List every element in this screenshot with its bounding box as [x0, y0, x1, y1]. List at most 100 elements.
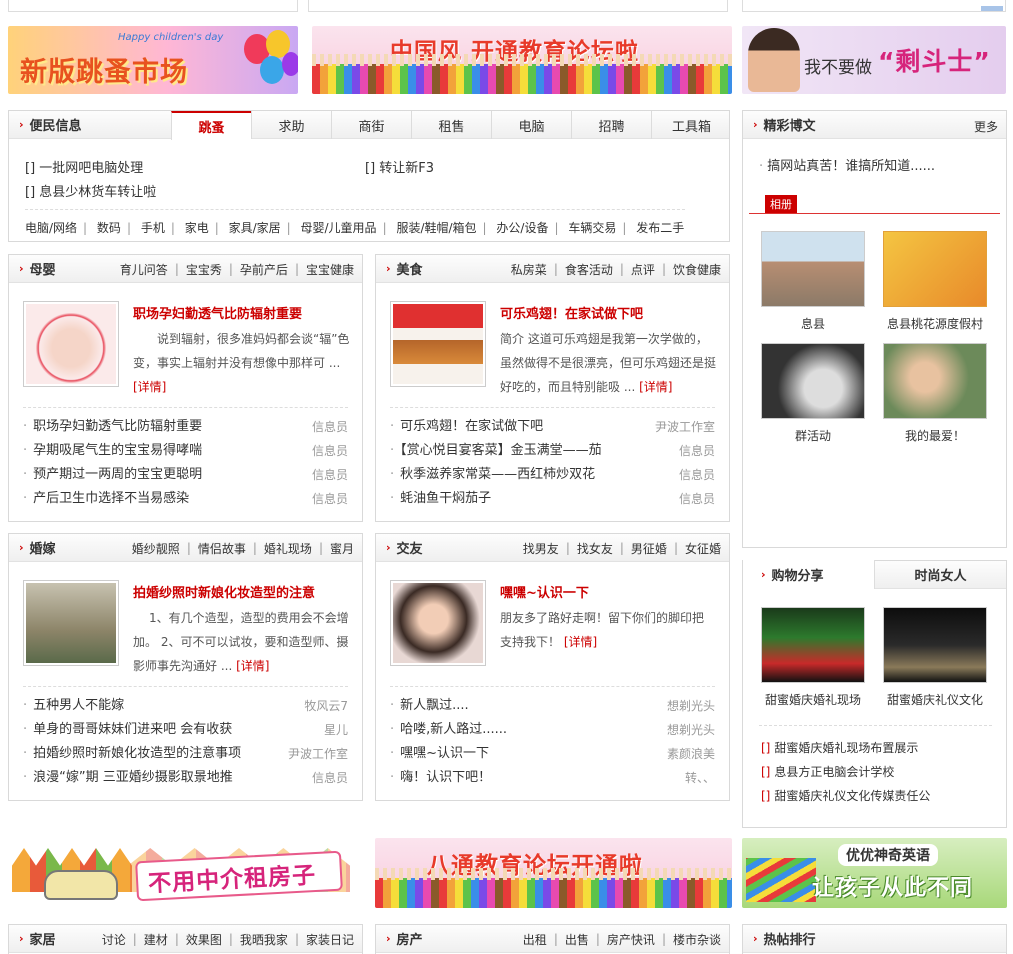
- tab-jobs[interactable]: 招聘: [571, 111, 651, 139]
- shopping-link[interactable]: [] 甜蜜婚庆婚礼现场布置展示: [761, 739, 918, 756]
- list-item[interactable]: · 【赏心悦目宴客菜】金玉满堂——茄 信息员: [390, 439, 715, 463]
- category-link[interactable]: 手机: [141, 221, 165, 235]
- blog-post-link[interactable]: · 搞网站真苦！谁搞所知道......: [759, 155, 935, 174]
- list-item[interactable]: · 预产期过一两周的宝宝更聪明 信息员: [23, 463, 348, 487]
- leftover-fighter-banner[interactable]: 我不要做 “剩斗士”: [742, 26, 1006, 94]
- subnav-link[interactable]: 讨论: [102, 931, 126, 948]
- photo-thumb[interactable]: 息县: [761, 231, 865, 332]
- photo-thumb[interactable]: 群活动: [761, 343, 865, 444]
- list-item[interactable]: · 可乐鸡翅！在家试做下吧 尹波工作室: [390, 415, 715, 439]
- photo-thumb[interactable]: 息县桃花源度假村: [883, 231, 987, 332]
- subnav-link[interactable]: 楼市杂谈: [673, 931, 721, 948]
- forum-banner-top[interactable]: 中国风 开通教育论坛啦: [312, 26, 732, 94]
- shopping-thumb[interactable]: 甜蜜婚庆礼仪文化: [883, 607, 987, 708]
- minsheng-item[interactable]: [] 转让新F3: [365, 157, 434, 176]
- subnav-link[interactable]: 点评: [631, 261, 655, 278]
- subnav-link[interactable]: 婚纱靓照: [132, 540, 180, 557]
- feature-title[interactable]: 拍婚纱照时新娘化妆造型的注意: [133, 582, 315, 601]
- feature-image[interactable]: [23, 580, 119, 666]
- category-link[interactable]: 母婴/儿童用品: [301, 221, 377, 235]
- tab-street[interactable]: 商街: [331, 111, 411, 139]
- feature-title[interactable]: 可乐鸡翅！在家试做下吧: [500, 303, 643, 322]
- list-item[interactable]: · 浪漫“嫁”期 三亚婚纱摄影取景地推 信息员: [23, 766, 348, 790]
- category-link[interactable]: 电脑/网络: [25, 221, 77, 235]
- english-banner[interactable]: 优优神奇英语 让孩子从此不同: [742, 838, 1007, 908]
- list-item[interactable]: · 职场孕妇勤透气比防辐射重要 信息员: [23, 415, 348, 439]
- category-link[interactable]: 发布二手: [636, 221, 684, 235]
- subnav-link[interactable]: 情侣故事: [198, 540, 246, 557]
- list-item[interactable]: · 嘿嘿~认识一下 素颜浪美: [390, 742, 715, 766]
- tab-label: 购物分享: [771, 569, 824, 584]
- subnav-link[interactable]: 出售: [565, 931, 589, 948]
- tab-fashion-women[interactable]: 时尚女人: [875, 565, 1006, 584]
- subnav-link[interactable]: 我晒我家: [240, 931, 288, 948]
- hunjia-list: · 五种男人不能嫁 牧风云7 · 单身的哥哥妹妹们进来吧 会有收获 星儿 · 拍婚纱照时新…: [23, 694, 348, 790]
- subnav-link[interactable]: 出租: [523, 931, 547, 948]
- list-item[interactable]: · 嗨！认识下吧！ 转、、: [390, 766, 715, 790]
- tab-computer[interactable]: 电脑: [491, 111, 571, 139]
- subnav-link[interactable]: 宝宝健康: [306, 261, 354, 278]
- list-item[interactable]: · 产后卫生巾选择不当易感染 信息员: [23, 487, 348, 511]
- feature-image[interactable]: [390, 301, 486, 387]
- feature-image[interactable]: [23, 301, 119, 387]
- subnav-link[interactable]: 建材: [144, 931, 168, 948]
- subnav-link[interactable]: 宝宝秀: [186, 261, 222, 278]
- list-item[interactable]: · 新人飘过.... 想剃光头: [390, 694, 715, 718]
- shopping-thumb[interactable]: 甜蜜婚庆婚礼现场: [761, 607, 865, 708]
- subnav-link[interactable]: 房产快讯: [607, 931, 655, 948]
- feature-image[interactable]: [390, 580, 486, 666]
- minsheng-item[interactable]: [] 息县少林货车转让啦: [25, 181, 156, 200]
- subnav-link[interactable]: 效果图: [186, 931, 222, 948]
- forum-banner-bottom[interactable]: 八通教育论坛开通啦: [375, 838, 732, 908]
- subnav-link[interactable]: 育儿问答: [120, 261, 168, 278]
- category-link[interactable]: 办公/设备: [496, 221, 548, 235]
- subnav-link[interactable]: 婚礼现场: [264, 540, 312, 557]
- list-item[interactable]: · 单身的哥哥妹妹们进来吧 会有收获 星儿: [23, 718, 348, 742]
- minsheng-item[interactable]: [] 一批网吧电脑处理: [25, 157, 143, 176]
- category-link[interactable]: 数码: [97, 221, 121, 235]
- subnav-link[interactable]: 饮食健康: [673, 261, 721, 278]
- tab-flea[interactable]: 跳蚤: [171, 111, 251, 140]
- category-link[interactable]: 家具/家居: [229, 221, 281, 235]
- detail-link[interactable]: [详情]: [133, 380, 166, 394]
- category-link[interactable]: 车辆交易: [568, 221, 616, 235]
- subnav-link[interactable]: 找男友: [523, 540, 559, 557]
- subnav-link[interactable]: 私房菜: [511, 261, 547, 278]
- feature-title[interactable]: 职场孕妇勤透气比防辐射重要: [133, 303, 302, 322]
- list-item[interactable]: · 秋季滋养家常菜——西红柿炒双花 信息员: [390, 463, 715, 487]
- category-link[interactable]: 家电: [185, 221, 209, 235]
- flea-market-banner[interactable]: Happy children's day 新版跳蚤市场: [8, 26, 298, 94]
- list-item-author: 尹波工作室: [287, 747, 348, 761]
- hunjia-title: 婚嫁: [29, 542, 56, 557]
- shopping-link[interactable]: [] 甜蜜婚庆礼仪文化传媒责任公: [761, 787, 930, 804]
- subnav-link[interactable]: 孕前产后: [240, 261, 288, 278]
- subnav-link[interactable]: 家装日记: [306, 931, 354, 948]
- photo-thumb[interactable]: 我的最爱！: [883, 343, 987, 444]
- tab-help[interactable]: 求助: [251, 111, 331, 139]
- detail-link[interactable]: [详情]: [639, 380, 672, 394]
- tab-shopping-share[interactable]: › 购物分享: [743, 560, 875, 589]
- tab-rent[interactable]: 租售: [411, 111, 491, 139]
- subnav-link[interactable]: 蜜月: [330, 540, 354, 557]
- list-item-title: 新人飘过....: [400, 698, 469, 713]
- list-item[interactable]: · 孕期吸尾气生的宝宝易得哮喘 信息员: [23, 439, 348, 463]
- list-item[interactable]: · 蚝油鱼干焖茄子 信息员: [390, 487, 715, 511]
- subnav-link[interactable]: 食客活动: [565, 261, 613, 278]
- list-item[interactable]: · 五种男人不能嫁 牧风云7: [23, 694, 348, 718]
- meishi-subnav: 私房菜 | 食客活动 | 点评 | 饮食健康: [510, 261, 721, 278]
- list-item[interactable]: · 拍婚纱照时新娘化妆造型的注意事项 尹波工作室: [23, 742, 348, 766]
- more-link[interactable]: 更多: [974, 118, 998, 135]
- divider: [23, 686, 348, 687]
- subnav-link[interactable]: 女征婚: [685, 540, 721, 557]
- list-item[interactable]: · 哈喽,新人路过...... 想剃光头: [390, 718, 715, 742]
- tab-tools[interactable]: 工具箱: [651, 111, 731, 139]
- rent-banner[interactable]: 不用中介租房子: [8, 838, 363, 908]
- feature-title[interactable]: 嘿嘿~认识一下: [500, 582, 589, 601]
- detail-link[interactable]: [详情]: [564, 635, 597, 649]
- album-tag: 相册: [765, 195, 797, 213]
- subnav-link[interactable]: 找女友: [577, 540, 613, 557]
- shopping-link[interactable]: [] 息县方正电脑会计学校: [761, 763, 894, 780]
- detail-link[interactable]: [详情]: [236, 659, 269, 673]
- subnav-link[interactable]: 男征婚: [631, 540, 667, 557]
- category-link[interactable]: 服装/鞋帽/箱包: [396, 221, 476, 235]
